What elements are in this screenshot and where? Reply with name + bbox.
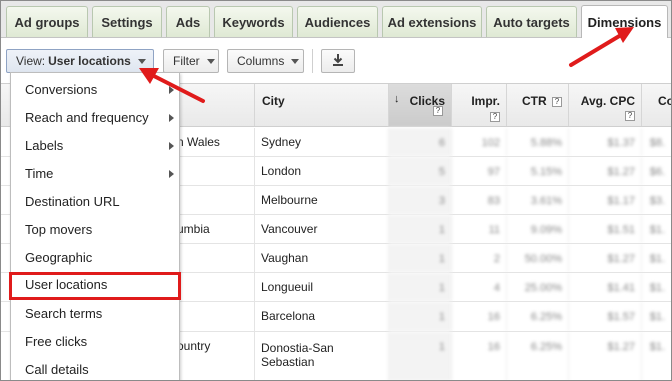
annotation-arrows xyxy=(139,27,634,103)
app-frame: Ad groups Settings Ads Keywords Audience… xyxy=(0,0,672,381)
arrow-to-view-dropdown xyxy=(139,68,205,103)
arrow-to-dimensions-tab xyxy=(569,27,634,67)
